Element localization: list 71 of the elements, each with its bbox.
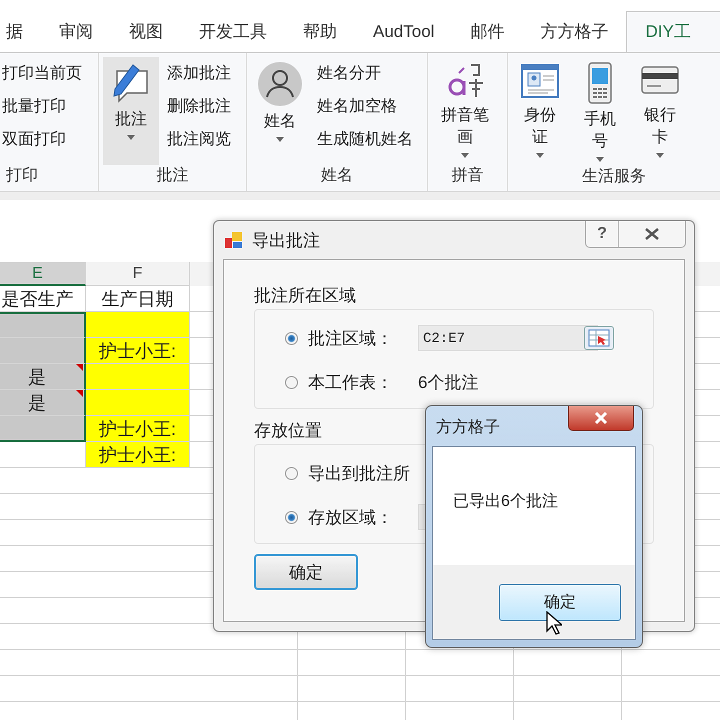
ribbon-menu-item[interactable]: 添加批注 — [162, 59, 235, 89]
ok-button[interactable]: 确定 — [254, 554, 358, 590]
app-icon — [224, 230, 244, 250]
group-label: 打印 — [5, 166, 39, 186]
button-label: 拼音笔画 — [440, 106, 490, 148]
ribbon-menu-item[interactable]: 生成随机姓名 — [312, 125, 417, 155]
ribbon-tab[interactable]: 审阅 — [41, 12, 111, 52]
ribbon-tab[interactable]: AudTool — [355, 12, 452, 52]
ribbon-button[interactable]: 身份证 — [512, 57, 568, 166]
mouse-cursor-icon — [546, 611, 562, 635]
ribbon-button[interactable]: 姓名 — [250, 57, 309, 165]
cell-text: 护士小王: — [98, 444, 176, 466]
group-title: 批注所在区域 — [254, 285, 356, 307]
radio-button[interactable] — [285, 510, 298, 524]
input-field[interactable]: C2:E7 — [418, 325, 598, 351]
radio-button[interactable] — [285, 466, 298, 480]
group-label: 批注 — [155, 166, 190, 186]
button-label: 手机号 — [583, 110, 617, 152]
cell-text: 护士小王: — [98, 340, 176, 362]
ribbon-menu-item[interactable]: 删除批注 — [162, 92, 235, 122]
radio-button[interactable] — [285, 332, 298, 344]
ribbon-menu-item[interactable]: 打印当前页 — [0, 59, 86, 89]
ribbon-menu-item[interactable]: 姓名分开 — [312, 59, 417, 89]
range-picker-icon — [588, 329, 610, 347]
cell-text: 护士小王: — [98, 418, 176, 440]
group-label: 拼音 — [450, 166, 485, 186]
ribbon-tab[interactable]: 帮助 — [285, 12, 355, 52]
ribbon-menu-item[interactable]: 批量打印 — [0, 92, 86, 122]
message-text: 已导出6个批注 — [452, 492, 559, 512]
ribbon-menu-item[interactable]: 双面打印 — [0, 125, 86, 155]
cell-text: 是 — [28, 366, 46, 388]
button-label: 身份证 — [523, 106, 557, 148]
button-label: 银行卡 — [643, 106, 677, 148]
ribbon-menu-item[interactable]: 批注阅览 — [162, 125, 235, 155]
ribbon-button[interactable]: 批注 — [102, 57, 159, 165]
ribbon-tab[interactable]: 邮件 — [452, 12, 522, 52]
ribbon-button[interactable]: 手机号 — [572, 57, 628, 166]
ribbon-tab[interactable]: 开发工具 — [181, 12, 285, 52]
close-icon — [594, 412, 608, 424]
radio-button[interactable] — [285, 376, 298, 388]
window-title: 方方格子 — [436, 418, 500, 438]
group-title: 存放位置 — [254, 420, 322, 442]
ok-button[interactable]: 确定 — [499, 584, 621, 620]
mobile-phone-icon — [586, 61, 614, 105]
close-button[interactable] — [568, 406, 634, 431]
range-picker-button[interactable] — [584, 326, 614, 350]
option-label: 批注区域： — [308, 328, 394, 350]
option-label: 本工作表： — [308, 372, 394, 394]
ribbon-menu-item[interactable]: 姓名加空格 — [312, 92, 417, 122]
cell-text: 是否生产 — [2, 288, 74, 310]
button-label: 姓名 — [264, 112, 296, 132]
option-label: 存放区域： — [308, 506, 394, 528]
ribbon-tab[interactable]: 据 — [0, 12, 41, 52]
cell-text: 是 — [28, 392, 46, 414]
button-label: 批注 — [114, 110, 147, 130]
window-title: 导出批注 — [252, 230, 320, 252]
option-value: 6个批注 — [418, 372, 478, 394]
ribbon-tab[interactable]: 视图 — [111, 12, 181, 52]
ribbon-button[interactable]: 拼音笔画 — [432, 57, 498, 165]
cell-text: 生产日期 — [102, 288, 174, 310]
close-icon — [644, 227, 660, 241]
group-label: 姓名 — [320, 166, 354, 186]
ribbon-tab[interactable]: 方方格子 — [522, 12, 626, 52]
column-header[interactable]: E — [0, 262, 86, 286]
id-card-icon — [520, 61, 560, 101]
ribbon-button[interactable]: 银行卡 — [632, 57, 688, 166]
avatar-icon — [256, 61, 303, 107]
column-header[interactable]: F — [86, 262, 190, 286]
option-label: 导出到批注所 — [308, 462, 411, 484]
group-label: 生活服务 — [580, 166, 647, 187]
ribbon-tab[interactable]: DIY工 — [626, 11, 720, 52]
